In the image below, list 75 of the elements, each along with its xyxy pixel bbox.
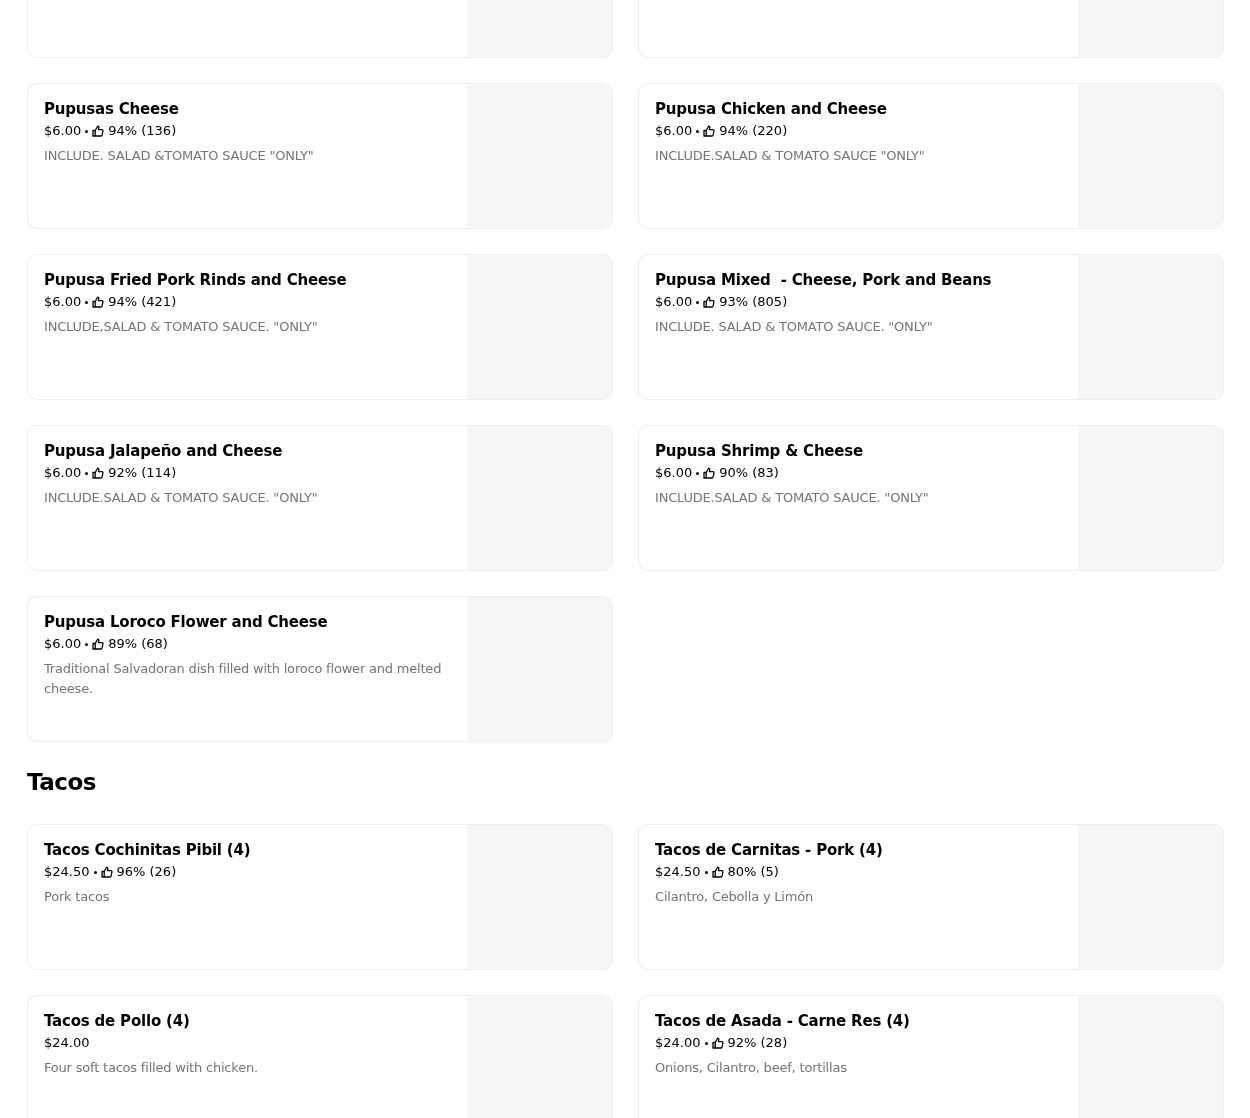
separator-dot-icon [93, 870, 97, 874]
item-name: Tacos de Carnitas - Pork (4) [655, 840, 884, 860]
item-price: $6.00 [655, 122, 693, 140]
item-name: Pupusa Loroco Flower and Cheese [44, 612, 329, 632]
item-rating: 96% (26) [116, 863, 177, 881]
menu-item-card[interactable]: Pupusa Mixed - Cheese, Pork and Beans $6.00 93% (805) INCLUDE. SALAD & TOMATO SAUCE. "ONLY" [638, 254, 1224, 400]
separator-dot-icon [85, 642, 89, 646]
item-price: $6.00 [655, 464, 693, 482]
item-price: $24.50 [44, 863, 90, 881]
menu-item-card[interactable]: Pupusa Loroco Flower and Cheese $6.00 89% (68) Traditional Salvadoran dish filled with loroco flower and melted cheese. [27, 596, 613, 742]
item-rating: 94% (136) [108, 122, 177, 140]
thumbs-up-icon [711, 866, 724, 878]
item-price: $6.00 [44, 293, 82, 311]
item-name: Pupusas Cheese [44, 99, 180, 119]
item-name: Pupusa Chicken and Cheese [655, 99, 888, 119]
menu-item-card[interactable]: Tacos de Asada - Carne Res (4) $24.00 92% (28) Onions, Cilantro, beef, tortillas [638, 995, 1224, 1118]
item-price: $6.00 [44, 635, 82, 653]
item-description: Cilantro, Cebolla y Limón [655, 888, 815, 906]
item-rating: 89% (68) [108, 635, 168, 653]
separator-dot-icon [704, 870, 708, 874]
item-rating: 93% (805) [719, 293, 788, 311]
item-name: Pupusa Fried Pork Rinds and Cheese [44, 270, 348, 290]
item-rating: 94% (421) [108, 293, 177, 311]
item-price: $24.50 [655, 863, 701, 881]
separator-dot-icon [704, 1041, 708, 1045]
thumbs-up-icon [92, 125, 105, 137]
item-description: Onions, Cilantro, beef, tortillas [655, 1059, 848, 1077]
separator-dot-icon [696, 300, 700, 304]
item-description: INCLUDE. SALAD & TOMATO SAUCE. "ONLY" [655, 318, 934, 336]
menu-item-card[interactable]: Pupusa Fried Pork Rinds and Cheese $6.00 94% (421) INCLUDE,SALAD & TOMATO SAUCE. "ONLY" [27, 254, 613, 400]
item-price: $24.00 [655, 1034, 701, 1052]
item-name: Tacos Cochinitas Pibil (4) [44, 840, 252, 860]
menu-item-card[interactable]: Pupusa Shrimp & Cheese $6.00 90% (83) INCLUDE.SALAD & TOMATO SAUCE. "ONLY" [638, 425, 1224, 571]
thumbs-up-icon [92, 296, 105, 308]
thumbs-up-icon [100, 866, 113, 878]
item-price: $6.00 [655, 293, 693, 311]
item-description: Traditional Salvadoran dish filled with loroco flower and melted cheese. [44, 660, 443, 698]
item-rating: 92% (114) [108, 464, 177, 482]
menu-item-card[interactable]: Pupusa Chicken and Cheese $6.00 94% (220) INCLUDE.SALAD & TOMATO SAUCE "ONLY" [638, 83, 1224, 229]
item-rating: 92% (28) [727, 1034, 788, 1052]
menu-item-card[interactable]: Pupusas Cheese $6.00 94% (136) INCLUDE. SALAD &TOMATO SAUCE "ONLY" [27, 83, 613, 229]
item-rating: 80% (5) [727, 863, 779, 881]
menu-item-card[interactable]: Tacos de Carnitas - Pork (4) $24.50 80% (5) Cilantro, Cebolla y Limón [638, 824, 1224, 970]
item-description: INCLUDE. SALAD &TOMATO SAUCE "ONLY" [44, 147, 315, 165]
separator-dot-icon [696, 129, 700, 133]
item-name: Pupusa Shrimp & Cheese [655, 441, 864, 461]
thumbs-up-icon [703, 125, 716, 137]
item-name: Tacos de Asada - Carne Res (4) [655, 1011, 911, 1031]
menu-item-card[interactable]: Tacos Cochinitas Pibil (4) $24.50 96% (26) Pork tacos [27, 824, 613, 970]
item-description: Four soft tacos filled with chicken. [44, 1059, 259, 1077]
separator-dot-icon [85, 471, 89, 475]
thumbs-up-icon [92, 638, 105, 650]
item-name: Pupusa Mixed - Cheese, Pork and Beans [655, 270, 993, 290]
item-price: $6.00 [44, 122, 82, 140]
item-name: Pupusa Jalapeño and Cheese [44, 441, 284, 461]
separator-dot-icon [696, 471, 700, 475]
menu-item-card[interactable]: Pupusa Jalapeño and Cheese $6.00 92% (114) INCLUDE.SALAD & TOMATO SAUCE. "ONLY" [27, 425, 613, 571]
item-description: INCLUDE.SALAD & TOMATO SAUCE "ONLY" [655, 147, 926, 165]
item-description: Pork tacos [44, 888, 111, 906]
thumbs-up-icon [92, 467, 105, 479]
thumbs-up-icon [711, 1037, 724, 1049]
item-name: Tacos de Pollo (4) [44, 1011, 191, 1031]
item-description: INCLUDE,SALAD & TOMATO SAUCE. "ONLY" [44, 318, 319, 336]
item-price: $24.00 [44, 1034, 90, 1052]
item-description: INCLUDE.SALAD & TOMATO SAUCE. "ONLY" [44, 489, 319, 507]
item-description: INCLUDE.SALAD & TOMATO SAUCE. "ONLY" [655, 489, 930, 507]
separator-dot-icon [85, 300, 89, 304]
section-heading: Tacos [27, 768, 97, 797]
menu-item-card[interactable]: Tacos de Pollo (4) $24.00 Four soft tacos filled with chicken. [27, 995, 613, 1118]
item-rating: 90% (83) [719, 464, 779, 482]
separator-dot-icon [85, 129, 89, 133]
thumbs-up-icon [703, 467, 716, 479]
item-price: $6.00 [44, 464, 82, 482]
thumbs-up-icon [703, 296, 716, 308]
item-rating: 94% (220) [719, 122, 788, 140]
